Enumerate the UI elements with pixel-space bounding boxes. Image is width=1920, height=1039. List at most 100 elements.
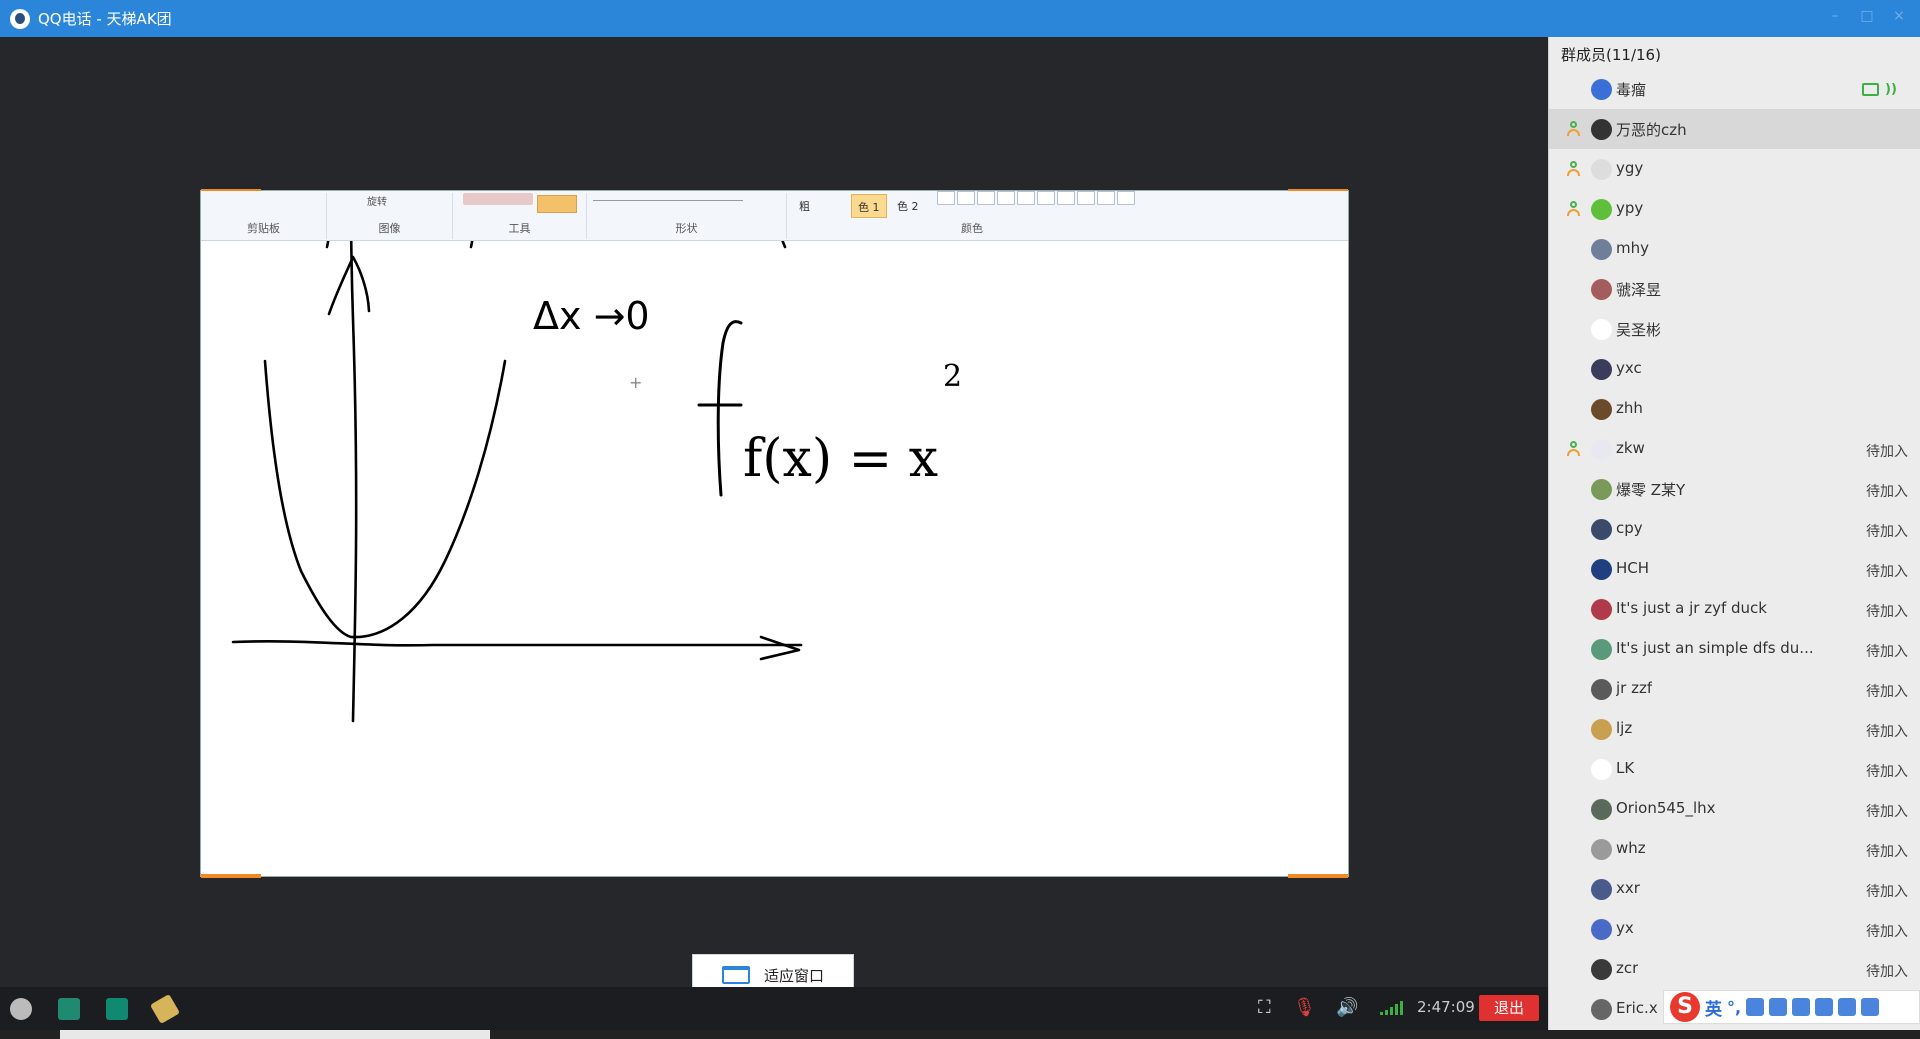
avatar[interactable] <box>1591 439 1612 460</box>
avatar[interactable] <box>1591 159 1612 180</box>
avatar[interactable] <box>1591 119 1612 140</box>
eraser-icon[interactable] <box>149 993 181 1025</box>
ime-punctuation-toggle[interactable]: °, <box>1727 998 1741 1017</box>
member-row[interactable]: 虢泽昱 <box>1549 269 1920 309</box>
color-swatch[interactable] <box>1037 191 1055 205</box>
share-screen-icon[interactable] <box>106 998 128 1020</box>
color2-button[interactable]: 色 2 <box>891 194 925 218</box>
avatar[interactable] <box>1591 199 1612 220</box>
close-icon[interactable]: × <box>1892 9 1906 23</box>
taskbar-item[interactable] <box>60 1030 490 1039</box>
avatar[interactable] <box>1591 839 1612 860</box>
speaker-icon[interactable]: 🔊 <box>1336 997 1358 1019</box>
capture-icon[interactable] <box>10 998 32 1020</box>
member-name: Eric.x <box>1616 999 1658 1017</box>
avatar[interactable] <box>1591 879 1612 900</box>
avatar[interactable] <box>1591 599 1612 620</box>
color-swatch[interactable] <box>1077 191 1095 205</box>
admin-person-icon <box>1565 441 1581 457</box>
math-formula <box>697 320 743 497</box>
member-row[interactable]: zkw 待加入 <box>1549 429 1920 469</box>
whiteboard-canvas[interactable]: Δx →0 f(x) = x 2 + <box>201 241 1350 878</box>
user-icon[interactable] <box>1815 998 1834 1016</box>
sogou-logo-icon[interactable]: S <box>1670 992 1700 1022</box>
member-row[interactable]: xxr 待加入 <box>1549 869 1920 909</box>
skin-icon[interactable] <box>1838 998 1857 1016</box>
shapes-gallery[interactable] <box>593 193 743 201</box>
member-name: whz <box>1616 839 1646 857</box>
avatar[interactable] <box>1591 239 1612 260</box>
member-row[interactable]: cpy 待加入 <box>1549 509 1920 549</box>
minimize-icon[interactable]: – <box>1828 9 1842 23</box>
color-swatch[interactable] <box>957 191 975 205</box>
avatar[interactable] <box>1591 719 1612 740</box>
avatar[interactable] <box>1591 319 1612 340</box>
color-swatch[interactable] <box>1117 191 1135 205</box>
member-row[interactable]: 吴圣彬 <box>1549 309 1920 349</box>
color1-button[interactable]: 色 1 <box>851 194 887 218</box>
member-row[interactable]: It's just an simple dfs du... 待加入 <box>1549 629 1920 669</box>
member-row[interactable]: mhy <box>1549 229 1920 269</box>
member-row[interactable]: Orion545_lhx 待加入 <box>1549 789 1920 829</box>
maximize-icon[interactable]: □ <box>1860 9 1874 23</box>
fullscreen-icon[interactable]: ⛶ <box>1258 997 1271 1019</box>
whiteboard-icon[interactable] <box>58 998 80 1020</box>
avatar[interactable] <box>1591 639 1612 660</box>
member-row[interactable]: 万恶的czh <box>1549 109 1920 149</box>
shape-fill-dropdown[interactable] <box>537 195 577 213</box>
avatar[interactable] <box>1591 359 1612 380</box>
avatar[interactable] <box>1591 919 1612 940</box>
avatar[interactable] <box>1591 399 1612 420</box>
thickness-button[interactable]: 粗 <box>793 194 816 218</box>
color-swatch[interactable] <box>977 191 995 205</box>
ribbon-group-label: 颜色 <box>961 222 983 235</box>
keyboard-icon[interactable] <box>1792 998 1811 1016</box>
member-row[interactable]: ypy <box>1549 189 1920 229</box>
color-swatch[interactable] <box>997 191 1015 205</box>
member-row[interactable]: zhh <box>1549 389 1920 429</box>
tools-icons[interactable] <box>463 193 533 205</box>
avatar[interactable] <box>1591 959 1612 980</box>
member-status: 待加入 <box>1866 684 1908 700</box>
formula-f-stroke <box>716 320 743 497</box>
color-swatch[interactable] <box>937 191 955 205</box>
avatar[interactable] <box>1591 759 1612 780</box>
member-row[interactable]: yxc <box>1549 349 1920 389</box>
avatar[interactable] <box>1591 79 1612 100</box>
ime-language-toggle[interactable]: 英 <box>1705 995 1722 1020</box>
menu-grid-icon[interactable] <box>1861 998 1880 1016</box>
member-name: HCH <box>1616 559 1650 577</box>
color-swatch[interactable] <box>1017 191 1035 205</box>
mic-muted-icon[interactable]: 🎙 <box>1293 997 1316 1019</box>
avatar[interactable] <box>1591 999 1612 1020</box>
member-name: 爆零 Z某Y <box>1616 481 1686 499</box>
avatar[interactable] <box>1591 679 1612 700</box>
member-row[interactable]: ljz 待加入 <box>1549 709 1920 749</box>
admin-person-icon <box>1565 201 1581 217</box>
member-row[interactable]: 爆零 Z某Y 待加入 <box>1549 469 1920 509</box>
avatar[interactable] <box>1591 279 1612 300</box>
avatar[interactable] <box>1591 519 1612 540</box>
avatar[interactable] <box>1591 479 1612 500</box>
member-row[interactable]: LK 待加入 <box>1549 749 1920 789</box>
member-row[interactable]: 毒瘤)) <box>1549 69 1920 109</box>
rotate-button[interactable]: 旋转 <box>367 193 387 208</box>
avatar[interactable] <box>1591 799 1612 820</box>
member-row[interactable]: jr zzf 待加入 <box>1549 669 1920 709</box>
color-swatch[interactable] <box>1057 191 1075 205</box>
member-row[interactable]: zcr 待加入 <box>1549 949 1920 989</box>
stroke-fragment <box>325 241 330 249</box>
member-row[interactable]: ygy <box>1549 149 1920 189</box>
window-controls: – □ × <box>1828 9 1906 23</box>
voice-input-icon[interactable] <box>1769 998 1788 1016</box>
member-name: 毒瘤 <box>1616 81 1647 99</box>
avatar[interactable] <box>1591 559 1612 580</box>
member-row[interactable]: whz 待加入 <box>1549 829 1920 869</box>
exit-button[interactable]: 退出 <box>1479 995 1539 1021</box>
color-swatch[interactable] <box>1097 191 1115 205</box>
member-row[interactable]: It's just a jr zyf duck 待加入 <box>1549 589 1920 629</box>
emoji-icon[interactable] <box>1746 998 1765 1016</box>
member-status: 待加入 <box>1866 524 1908 540</box>
member-row[interactable]: yx 待加入 <box>1549 909 1920 949</box>
member-row[interactable]: HCH 待加入 <box>1549 549 1920 589</box>
